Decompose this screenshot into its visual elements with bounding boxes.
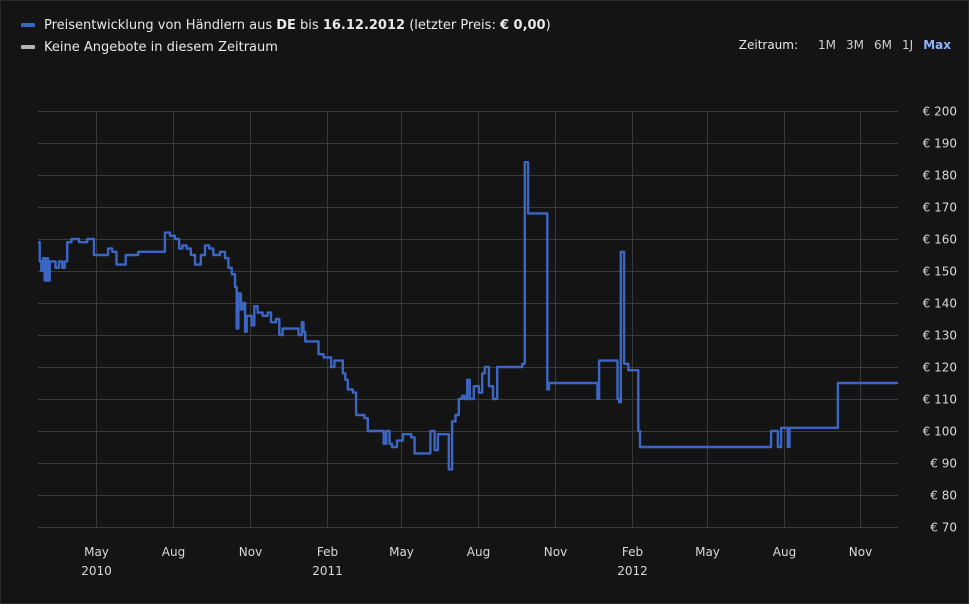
x-year-label: 2010 [81,564,112,578]
x-tick-label: Feb [317,545,338,559]
y-tick-label: € 160 [923,233,957,247]
y-tick-label: € 80 [930,489,957,503]
x-tick-label: Aug [773,545,796,559]
x-tick-label: Aug [162,545,185,559]
x-tick-label: May [84,545,109,559]
y-tick-label: € 150 [923,265,957,279]
y-tick-label: € 200 [923,105,957,119]
x-tick-label: May [695,545,720,559]
y-tick-label: € 140 [923,297,957,311]
x-tick-label: Nov [239,545,262,559]
y-tick-label: € 180 [923,169,957,183]
y-tick-label: € 120 [923,361,957,375]
price-chart[interactable]: € 200 € 190 € 180 € 170 € 160 € 150 € 140 € 130… [0,0,969,604]
y-tick-label: € 170 [923,201,957,215]
price-series-line [38,161,898,471]
y-tick-label: € 100 [923,425,957,439]
y-tick-label: € 110 [923,393,957,407]
x-tick-label: Nov [849,545,872,559]
y-tick-label: € 130 [923,329,957,343]
x-year-label: 2011 [312,564,343,578]
x-tick-label: May [389,545,414,559]
y-tick-label: € 90 [930,457,957,471]
x-year-label: 2012 [617,564,648,578]
x-tick-label: Feb [622,545,643,559]
x-tick-label: Aug [467,545,490,559]
y-tick-label: € 70 [930,521,957,535]
y-tick-label: € 190 [923,137,957,151]
x-tick-label: Nov [544,545,567,559]
